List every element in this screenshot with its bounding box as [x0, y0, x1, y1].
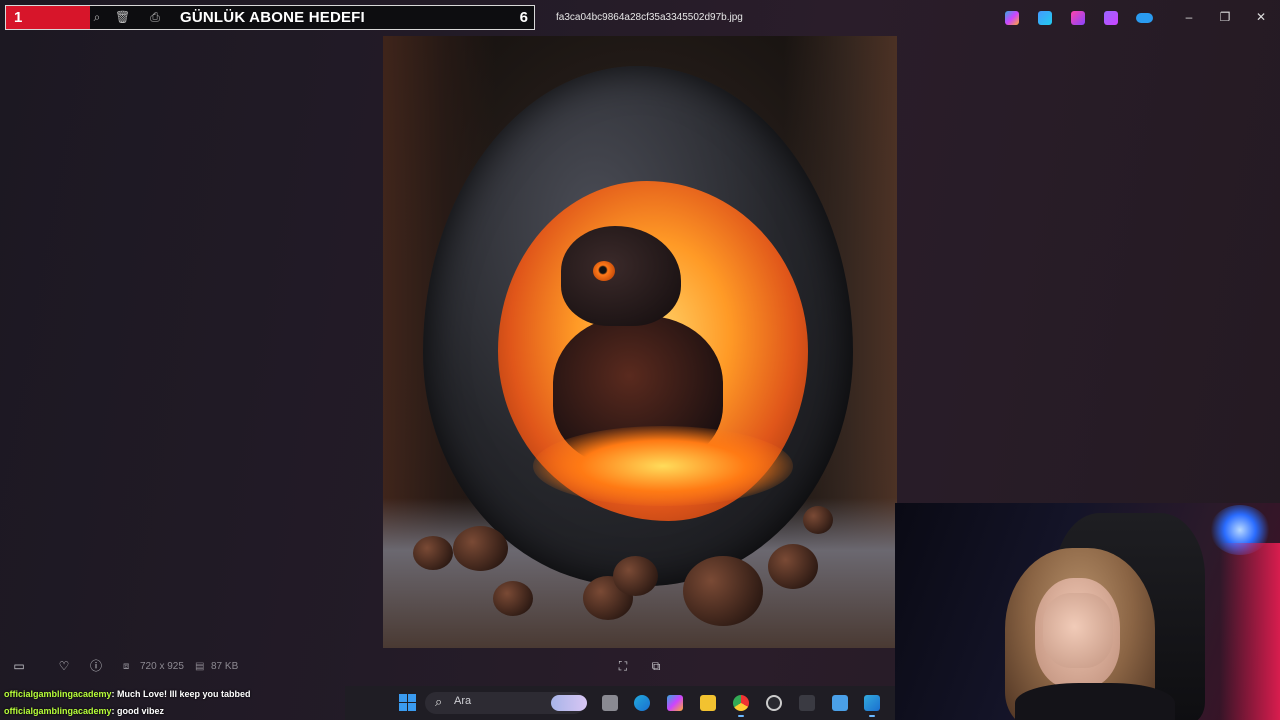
print-icon[interactable]: ⎙	[148, 10, 162, 24]
task-view-icon[interactable]	[602, 695, 618, 711]
zoom-icon[interactable]: ⌕	[90, 10, 104, 24]
windows-logo-tile	[408, 703, 416, 711]
onedrive-icon[interactable]	[1136, 13, 1153, 23]
copilot-app-icon[interactable]	[667, 695, 683, 711]
subscriber-goal-overlay: 1 ⌕ 🗑 ⎙ GÜNLÜK ABONE HEDEFI 6	[5, 5, 535, 30]
notepad-icon[interactable]	[832, 695, 848, 711]
stone	[768, 544, 818, 589]
stone	[413, 536, 453, 570]
webcam-overlay	[895, 503, 1280, 720]
chrome-icon[interactable]	[733, 695, 749, 717]
search-icon: ⌕	[435, 694, 443, 709]
minimize-icon[interactable]: –	[1181, 9, 1197, 25]
copilot-icon[interactable]	[1005, 11, 1019, 25]
close-icon[interactable]: ✕	[1253, 9, 1269, 25]
crop-icon[interactable]: ⧉	[649, 659, 663, 673]
red-light	[1220, 543, 1280, 720]
windows-logo-tile	[399, 694, 407, 702]
photos-icon[interactable]	[864, 695, 880, 717]
delete-icon[interactable]: 🗑	[115, 10, 130, 24]
file-name: fa3ca04bc9864a28cf35a3345502d97b.jpg	[556, 12, 743, 23]
file-size: 87 KB	[211, 661, 239, 672]
chat-username: officialgamblingacademy	[4, 689, 112, 699]
stone	[683, 556, 763, 626]
favorite-icon[interactable]: ♡	[57, 659, 71, 673]
windows-logo-tile	[408, 694, 416, 702]
chat-text: : good vibez	[111, 706, 165, 716]
chat-message: officialgamblingacademy: good vibez	[0, 703, 400, 720]
image-dimensions: 720 x 925	[140, 661, 184, 672]
title-bar: 1 ⌕ 🗑 ⎙ GÜNLÜK ABONE HEDEFI 6 fa3ca04bc9…	[0, 0, 1280, 36]
chat-text: : Much Love! Ill keep you tabbed	[111, 689, 251, 699]
file-explorer-icon[interactable]	[700, 695, 716, 711]
goal-title: GÜNLÜK ABONE HEDEFI	[180, 9, 365, 26]
fire-glow	[533, 426, 793, 506]
edit-icon[interactable]	[1038, 11, 1052, 25]
info-icon[interactable]: ⓘ	[89, 659, 103, 673]
search-highlight-icon	[551, 695, 587, 711]
filmstrip-icon[interactable]: ▭	[12, 659, 26, 673]
goal-current: 1	[14, 9, 23, 26]
terminal-icon[interactable]	[799, 695, 815, 711]
viewer-toolbar: ▭ ♡ ⓘ ⛶ ⧉	[0, 652, 895, 680]
stone	[613, 556, 658, 596]
start-button[interactable]	[399, 694, 416, 711]
streamer-shirt	[1015, 683, 1175, 720]
streamer-hand	[1043, 593, 1113, 668]
chat-username: officialgamblingacademy	[4, 706, 112, 716]
chat-message: officialgamblingacademy: Much Love! Ill …	[0, 686, 400, 703]
designer-icon[interactable]	[1071, 11, 1085, 25]
image-dimensions-icon: ⧈	[123, 661, 130, 672]
clipchamp-icon[interactable]	[1104, 11, 1118, 25]
chat-overlay: officialgamblingacademy: Much Love! Ill …	[0, 686, 400, 720]
stone	[493, 581, 533, 616]
fit-icon[interactable]: ⛶	[616, 659, 630, 673]
file-size-icon: ▤	[195, 661, 205, 672]
image-preview	[383, 36, 897, 648]
restore-icon[interactable]: ❐	[1217, 9, 1233, 25]
dragon-eye	[593, 261, 615, 281]
taskbar: ⌕ Ara	[345, 686, 895, 720]
windows-logo-tile	[399, 703, 407, 711]
edge-icon[interactable]	[634, 695, 650, 711]
search-placeholder: Ara	[454, 695, 472, 707]
stone	[803, 506, 833, 534]
settings-app-icon[interactable]	[766, 695, 782, 711]
stone	[453, 526, 508, 571]
goal-target: 6	[519, 9, 528, 26]
